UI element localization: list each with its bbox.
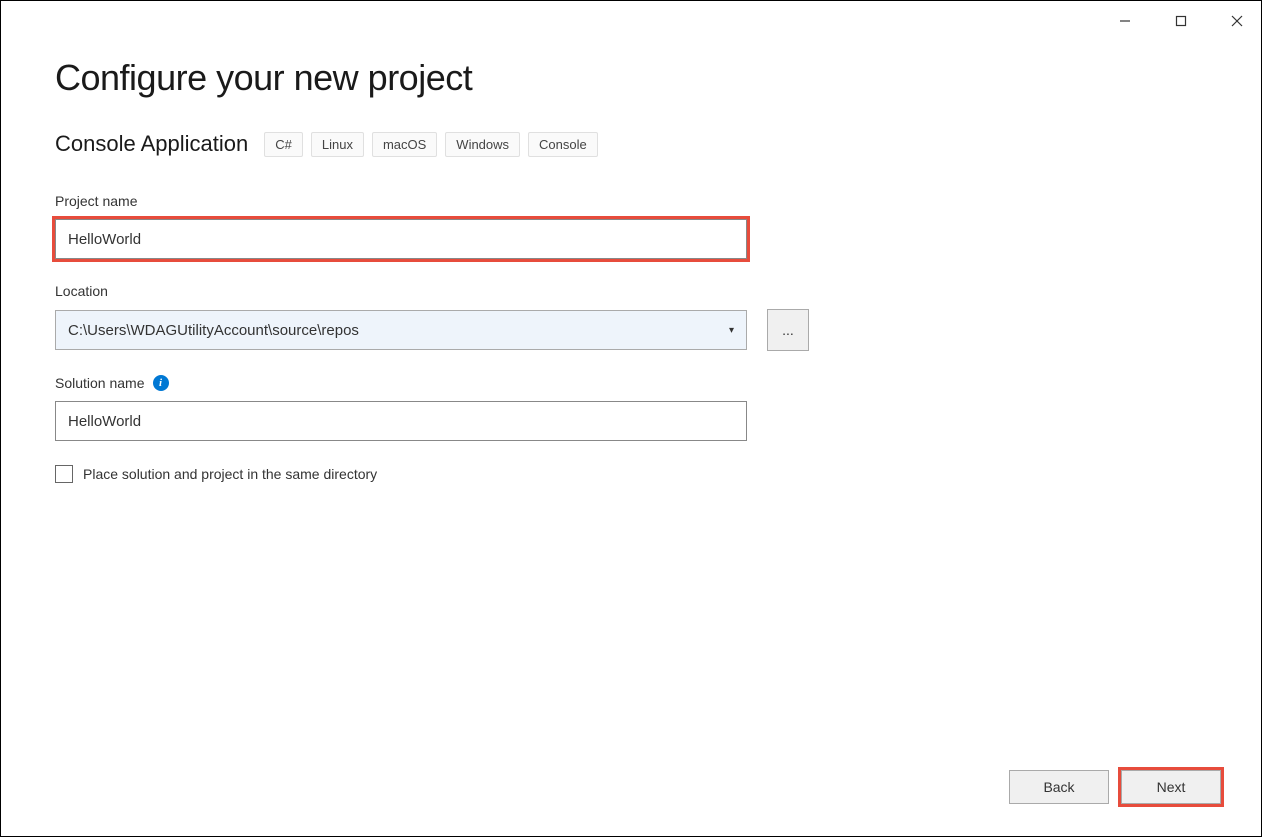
browse-button[interactable]: ...	[767, 309, 809, 351]
maximize-button[interactable]	[1165, 9, 1197, 33]
solution-name-label: Solution name	[55, 375, 145, 391]
same-directory-checkbox[interactable]	[55, 465, 73, 483]
same-directory-label: Place solution and project in the same d…	[83, 466, 377, 482]
page-title: Configure your new project	[55, 57, 1207, 99]
location-value: C:\Users\WDAGUtilityAccount\source\repos	[68, 322, 359, 339]
template-tags: C# Linux macOS Windows Console	[264, 132, 598, 157]
next-button[interactable]: Next	[1121, 770, 1221, 804]
info-icon[interactable]: i	[153, 375, 169, 391]
tag-windows: Windows	[445, 132, 520, 157]
project-name-label: Project name	[55, 193, 1207, 209]
back-button[interactable]: Back	[1009, 770, 1109, 804]
tag-macos: macOS	[372, 132, 437, 157]
tag-console: Console	[528, 132, 598, 157]
location-label: Location	[55, 283, 1207, 299]
tag-linux: Linux	[311, 132, 364, 157]
close-button[interactable]	[1221, 9, 1253, 33]
chevron-down-icon: ▾	[729, 325, 734, 336]
location-select[interactable]: C:\Users\WDAGUtilityAccount\source\repos…	[55, 310, 747, 350]
tag-csharp: C#	[264, 132, 303, 157]
template-name: Console Application	[55, 131, 248, 157]
project-name-input[interactable]	[55, 219, 747, 259]
solution-name-input[interactable]	[55, 401, 747, 441]
minimize-button[interactable]	[1109, 9, 1141, 33]
